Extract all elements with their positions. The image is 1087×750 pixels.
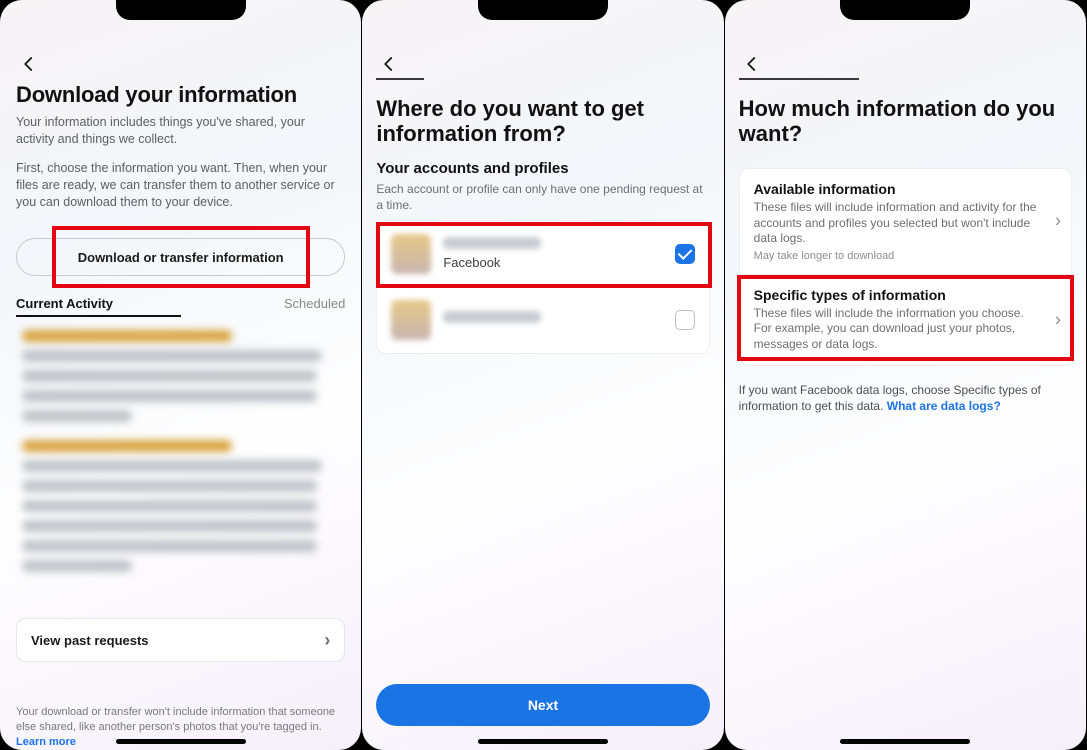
page-title: Download your information (16, 82, 345, 108)
back-button[interactable] (16, 50, 42, 82)
account-text: Facebook (443, 237, 541, 270)
account-name-placeholder (443, 311, 541, 323)
section-subtitle: Your accounts and profiles (376, 160, 709, 177)
activity-item-placeholder (22, 330, 322, 430)
account-row-facebook[interactable]: Facebook (377, 221, 708, 287)
view-past-requests-button[interactable]: View past requests › (16, 618, 345, 662)
home-indicator (478, 739, 608, 744)
device-notch (840, 0, 970, 20)
option-title: Specific types of information (754, 287, 1037, 303)
option-note: May take longer to download (754, 250, 1037, 262)
what-are-data-logs-link[interactable]: What are data logs? (887, 399, 1001, 413)
screen-where-get-information: Where do you want to get information fro… (362, 0, 723, 750)
learn-more-link[interactable]: Learn more (16, 736, 76, 748)
chevron-right-icon: › (1055, 309, 1061, 330)
next-button[interactable]: Next (376, 684, 709, 726)
screen-how-much-information: How much information do you want? Availa… (725, 0, 1086, 750)
chevron-right-icon: › (324, 630, 330, 651)
options-list: Available information These files will i… (739, 168, 1072, 366)
footer-text: Your download or transfer won't include … (16, 706, 335, 733)
section-description: Each account or profile can only have on… (376, 182, 709, 213)
view-past-requests-label: View past requests (31, 633, 149, 648)
page-title: How much information do you want? (739, 96, 1072, 147)
back-icon (380, 55, 398, 73)
progress-indicator (376, 78, 424, 80)
avatar (391, 300, 431, 340)
account-name-placeholder (443, 237, 541, 249)
download-button-wrapper: Download or transfer information (16, 238, 345, 276)
download-or-transfer-button[interactable]: Download or transfer information (16, 238, 345, 276)
option-available-information[interactable]: Available information These files will i… (740, 169, 1071, 275)
back-icon (20, 55, 38, 73)
screen-download-your-information: Download your information Your informati… (0, 0, 361, 750)
progress-indicator (739, 78, 859, 80)
option-description: These files will include the information… (754, 306, 1037, 353)
option-title: Available information (754, 181, 1037, 197)
footer-note: If you want Facebook data logs, choose S… (739, 382, 1072, 414)
page-description-1: Your information includes things you've … (16, 114, 345, 148)
account-checkbox[interactable] (675, 244, 695, 264)
tab-current-activity[interactable]: Current Activity (16, 292, 181, 317)
back-icon (743, 55, 761, 73)
chevron-right-icon: › (1055, 211, 1061, 232)
account-text (443, 311, 541, 329)
option-description: These files will include information and… (754, 200, 1037, 247)
home-indicator (840, 739, 970, 744)
device-notch (116, 0, 246, 20)
activity-item-placeholder (22, 440, 322, 580)
account-row[interactable] (377, 287, 708, 353)
avatar (391, 234, 431, 274)
accounts-list: Facebook (376, 220, 709, 354)
page-description-2: First, choose the information you want. … (16, 160, 345, 211)
page-title: Where do you want to get information fro… (376, 96, 709, 147)
tab-scheduled[interactable]: Scheduled (181, 292, 346, 317)
option-specific-types[interactable]: Specific types of information These file… (740, 275, 1071, 365)
device-notch (478, 0, 608, 20)
account-platform: Facebook (443, 255, 541, 270)
account-checkbox[interactable] (675, 310, 695, 330)
home-indicator (116, 739, 246, 744)
tabs: Current Activity Scheduled (16, 292, 345, 317)
